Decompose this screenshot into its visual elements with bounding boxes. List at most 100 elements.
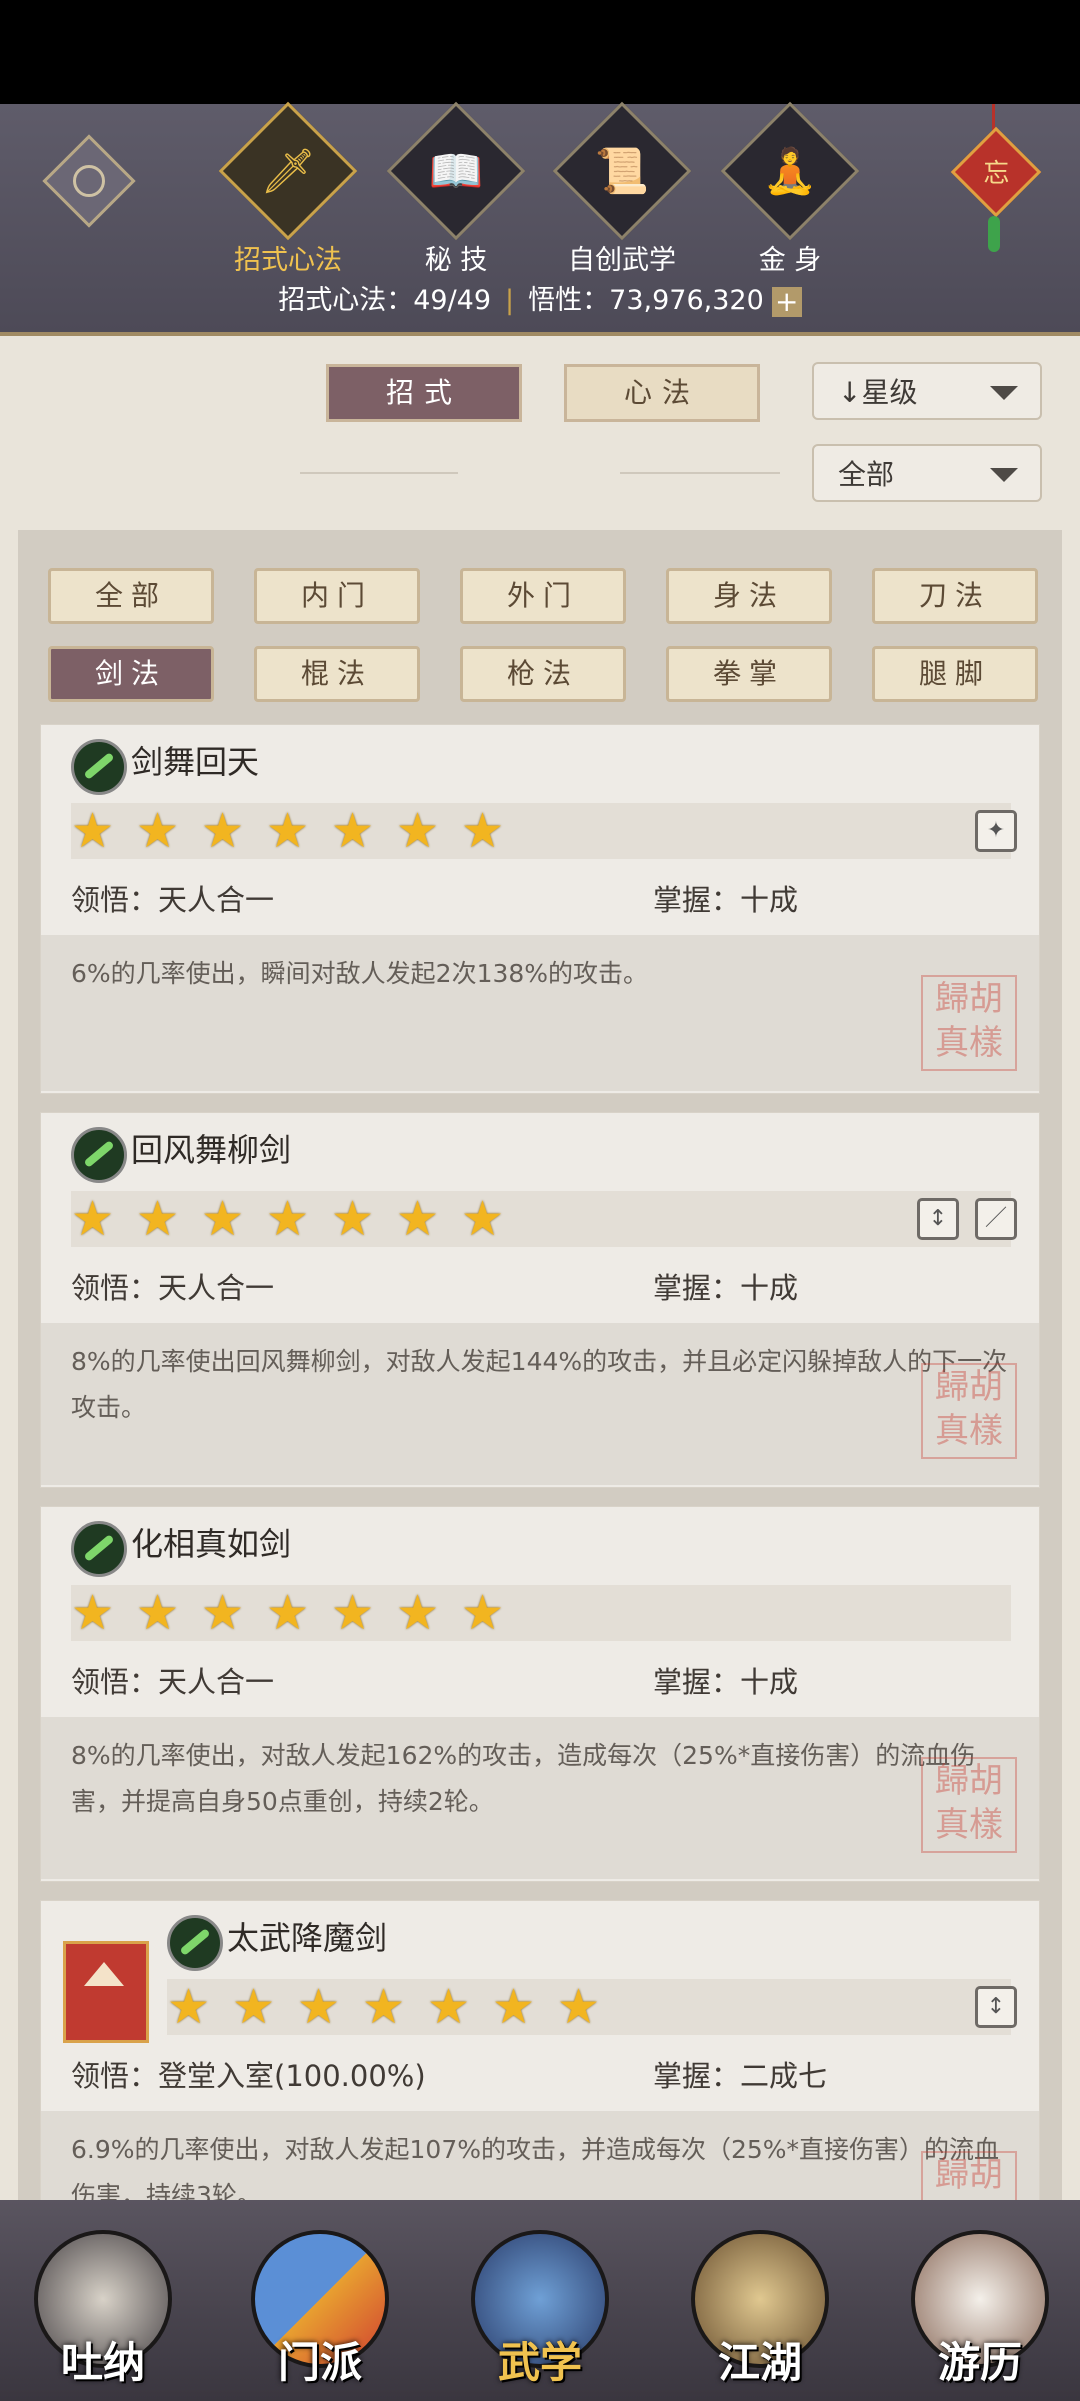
star-icon: ★ — [396, 1191, 440, 1247]
skill-effect-icon[interactable]: ✦ — [975, 810, 1017, 852]
star-icon: ★ — [201, 803, 245, 859]
zhangwo-text: 掌握：二成七 — [653, 2059, 828, 2093]
star-icon: ★ — [396, 1585, 440, 1641]
filter-quanzhang[interactable]: 拳掌 — [666, 646, 832, 702]
star-icon: ★ — [136, 1585, 180, 1641]
tab-label: 自创武学 — [568, 245, 676, 276]
star-icon: ★ — [297, 1979, 341, 2035]
nav-label: 门派 — [277, 2338, 362, 2387]
sword-type-icon — [71, 1127, 127, 1183]
star-icon: ★ — [71, 803, 115, 859]
skill-effect-icon[interactable]: ↕ — [917, 1198, 959, 1240]
sword-type-icon — [71, 1521, 127, 1577]
zhangwo-text: 掌握：十成 — [653, 1665, 799, 1699]
skill-description: 6%的几率使出，瞬间对敌人发起2次138%的攻击。 — [41, 935, 1039, 1091]
star-icon: ★ — [201, 1191, 245, 1247]
star-icon: ★ — [331, 1191, 375, 1247]
star-icon: ★ — [557, 1979, 601, 2035]
filter-quanbu[interactable]: 全部 — [48, 568, 214, 624]
skill-title: 回风舞柳剑 — [131, 1131, 292, 1169]
filter-qiangfa[interactable]: 枪法 — [460, 646, 626, 702]
star-icon: ★ — [396, 803, 440, 859]
knot-char: 忘 — [983, 159, 1010, 190]
skill-card[interactable]: 剑舞回天 ★ ★ ★ ★ ★ ★ ★ ✦ 领悟：天人合一 掌握：十成 6%的几率… — [40, 724, 1040, 1094]
nav-wuxue[interactable]: 武学 — [465, 2230, 615, 2387]
star-icon: ★ — [492, 1979, 536, 2035]
meditation-icon: 🧘 — [762, 146, 818, 197]
tab-miji[interactable]: 📖 秘 技 — [386, 101, 526, 277]
nav-label: 吐纳 — [60, 2338, 145, 2387]
zhangwo-text: 掌握：十成 — [653, 1271, 799, 1305]
filter-waimen[interactable]: 外门 — [460, 568, 626, 624]
counts-bar: 招式心法：49/49 | 悟性：73,976,320 + — [0, 278, 1080, 317]
wuxing-value: 悟性：73,976,320 — [528, 285, 764, 316]
sort-dropdown[interactable]: ↓星级 — [812, 362, 1042, 420]
skill-description: 6.9%的几率使出，对敌人发起107%的攻击，并造成每次（25%*直接伤害）的流… — [41, 2111, 1039, 2211]
skill-title: 化相真如剑 — [131, 1525, 292, 1563]
tab-label: 秘 技 — [424, 245, 488, 276]
lingwu-text: 领悟：天人合一 — [71, 1665, 275, 1699]
filter-tuijiao[interactable]: 腿脚 — [872, 646, 1038, 702]
divider: | — [505, 285, 515, 316]
star-icon: ★ — [71, 1585, 115, 1641]
book-icon: 📖 — [428, 146, 484, 197]
divider-ornament — [620, 472, 780, 474]
skill-card[interactable]: 太武降魔剑 ★ ★ ★ ★ ★ ★ ★ ↕ 领悟：登堂入室(100.00%) 掌… — [40, 1900, 1040, 2212]
range-label: 全部 — [838, 458, 895, 491]
divider-ornament — [300, 472, 458, 474]
skill-title: 剑舞回天 — [131, 743, 260, 781]
upgrade-banner-icon[interactable] — [63, 1941, 149, 2043]
star-icon: ★ — [201, 1585, 245, 1641]
tab-zichuang-wuxue[interactable]: 📜 自创武学 — [552, 101, 692, 277]
sword-icon: 🗡 — [260, 146, 316, 197]
chevron-down-icon — [990, 468, 1018, 482]
status-bar — [0, 0, 1080, 104]
nav-tuna[interactable]: 吐纳 — [28, 2230, 178, 2387]
skill-description: 8%的几率使出回风舞柳剑，对敌人发起144%的攻击，并且必定闪躲掉敌人的下一次攻… — [41, 1323, 1039, 1485]
star-icon: ★ — [266, 1191, 310, 1247]
nav-label: 游历 — [937, 2338, 1022, 2387]
filter-gunfa[interactable]: 棍法 — [254, 646, 420, 702]
filter-shenfa[interactable]: 身法 — [666, 568, 832, 624]
tab-label: 金 身 — [758, 245, 822, 276]
sword-type-icon — [167, 1915, 223, 1971]
nav-jianghu[interactable]: 江湖 — [685, 2230, 835, 2387]
skill-card[interactable]: 化相真如剑 ★ ★ ★ ★ ★ ★ ★ 领悟：天人合一 掌握：十成 8%的几率使… — [40, 1506, 1040, 1882]
star-icon: ★ — [461, 803, 505, 859]
range-dropdown[interactable]: 全部 — [812, 444, 1042, 502]
skill-title: 太武降魔剑 — [227, 1919, 388, 1957]
star-icon: ★ — [461, 1585, 505, 1641]
tab-jinshen[interactable]: 🧘 金 身 — [720, 101, 860, 277]
star-icon: ★ — [331, 1585, 375, 1641]
star-icon: ★ — [427, 1979, 471, 2035]
star-icon: ★ — [136, 1191, 180, 1247]
filter-daofa[interactable]: 刀法 — [872, 568, 1038, 624]
skill-effect-icon[interactable]: ↕ — [975, 1986, 1017, 2028]
segment-xinfa[interactable]: 心法 — [564, 364, 760, 422]
seal-stamp-icon: 歸胡真樣 — [921, 1757, 1017, 1853]
tab-zhaoshi-xinfa[interactable]: 🗡 招式心法 — [218, 101, 358, 277]
filter-neimen[interactable]: 内门 — [254, 568, 420, 624]
lingwu-text: 领悟：天人合一 — [71, 1271, 275, 1305]
skill-effect-icon[interactable]: ／ — [975, 1198, 1017, 1240]
zhaoshi-count: 招式心法：49/49 — [278, 285, 492, 316]
sort-label: ↓星级 — [838, 376, 918, 409]
filter-jianfa[interactable]: 剑法 — [48, 646, 214, 702]
star-icon: ★ — [232, 1979, 276, 2035]
star-icon: ★ — [167, 1979, 211, 2035]
seal-stamp-icon: 歸胡真樣 — [921, 1363, 1017, 1459]
nav-menpai[interactable]: 门派 — [245, 2230, 395, 2387]
star-icon: ★ — [266, 1585, 310, 1641]
skill-description: 8%的几率使出，对敌人发起162%的攻击，造成每次（25%*直接伤害）的流血伤害… — [41, 1717, 1039, 1879]
lingwu-text: 领悟：登堂入室(100.00%) — [71, 2059, 426, 2093]
star-icon: ★ — [71, 1191, 115, 1247]
segment-zhaoshi[interactable]: 招式 — [326, 364, 522, 422]
nav-label: 江湖 — [717, 2338, 802, 2387]
skill-card[interactable]: 回风舞柳剑 ★ ★ ★ ★ ★ ★ ★ ↕ ／ 领悟：天人合一 掌握：十成 8%… — [40, 1112, 1040, 1488]
nav-label: 武学 — [497, 2338, 582, 2387]
plus-button[interactable]: + — [771, 286, 802, 317]
nav-youli[interactable]: 游历 — [905, 2230, 1055, 2387]
star-icon: ★ — [362, 1979, 406, 2035]
star-icon: ★ — [331, 803, 375, 859]
lingwu-text: 领悟：天人合一 — [71, 883, 275, 917]
